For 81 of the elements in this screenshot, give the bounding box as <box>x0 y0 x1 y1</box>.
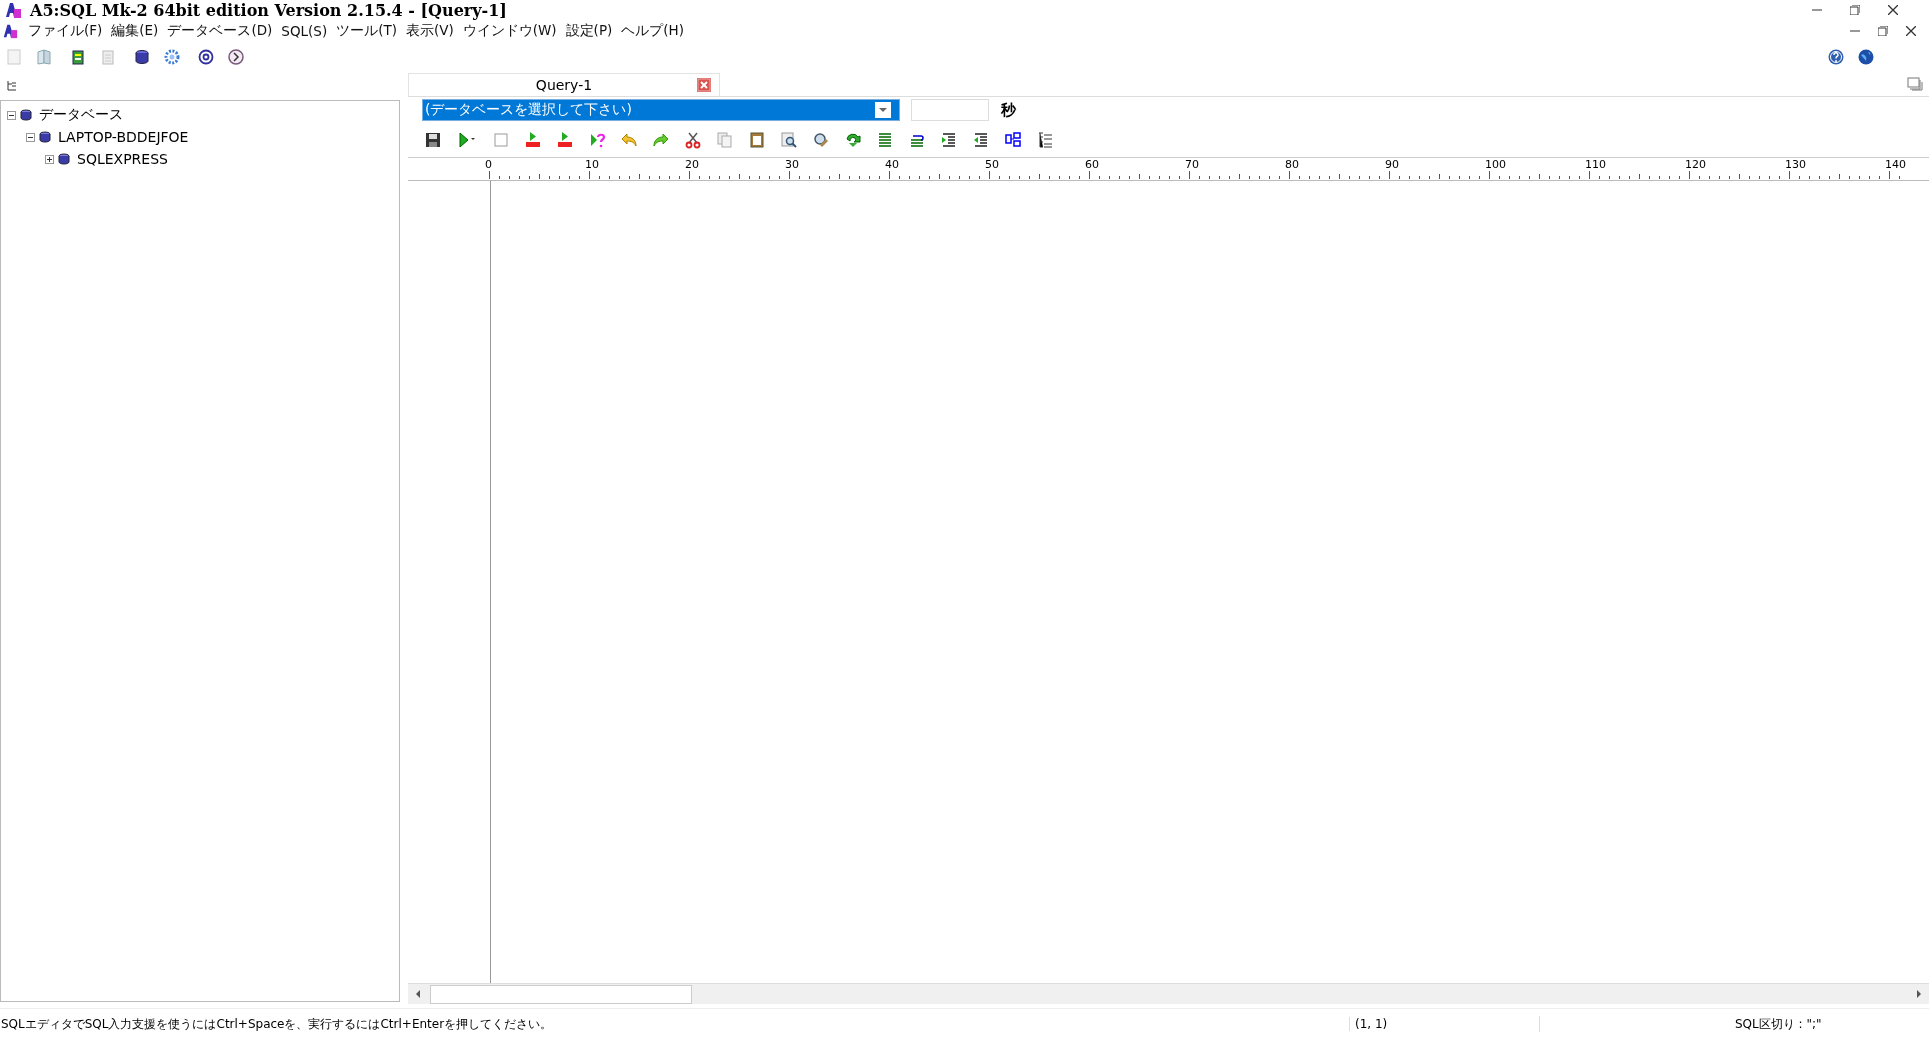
menu-item[interactable]: ファイル(F) <box>28 22 103 40</box>
window-title: A5:SQL Mk-2 64bit edition Version 2.15.4 - [Query-1] <box>30 0 507 20</box>
ruler-label: 40 <box>885 158 900 171</box>
editor-area[interactable]: 0 10 20 30 40 50 60 70 80 90 100 110 120 130 140 <box>408 157 1929 1008</box>
query-tab[interactable]: Query-1 <box>408 73 720 96</box>
ruler-label: 20 <box>685 158 700 171</box>
status-message: SQLエディタでSQL入力支援を使うにはCtrl+Spaceを、実行するにはCtrl+Enterを押してください。 <box>0 1015 554 1033</box>
restore-icon <box>1850 5 1860 15</box>
close-icon[interactable] <box>697 78 711 92</box>
sql-delimiter: SQL区切り : ";" <box>1734 1015 1823 1033</box>
ruler-label: 10 <box>585 158 600 171</box>
ruler-label: 140 <box>1885 158 1907 171</box>
database-icon <box>57 152 71 166</box>
cursor-position: (1, 1) <box>1349 1017 1539 1031</box>
search-icon[interactable] <box>780 131 798 149</box>
ruler-label: 90 <box>1385 158 1400 171</box>
database-icon <box>19 108 33 122</box>
diagram-icon[interactable] <box>1004 131 1022 149</box>
indent-icon[interactable] <box>940 131 958 149</box>
clipboard-icon[interactable] <box>69 48 87 66</box>
app-logo-icon <box>2 23 18 39</box>
paste-icon[interactable] <box>748 131 766 149</box>
menu-item[interactable]: 編集(E) <box>111 22 159 40</box>
undo-icon[interactable] <box>620 131 638 149</box>
close-icon <box>1888 5 1898 15</box>
timeout-field[interactable] <box>911 99 989 121</box>
scissors-icon[interactable] <box>684 131 702 149</box>
menu-item[interactable]: ウインドウ(W) <box>462 22 557 40</box>
menu-item[interactable]: SQL(S) <box>281 23 328 39</box>
scroll-right-icon[interactable] <box>1917 990 1923 998</box>
database-select[interactable]: (データベースを選択して下さい) <box>422 99 900 121</box>
ruler-label: 100 <box>1485 158 1507 171</box>
expander-icon[interactable] <box>7 110 16 120</box>
restore-button[interactable] <box>1875 23 1891 39</box>
restore-button[interactable] <box>1847 2 1863 18</box>
ruler-label: 30 <box>785 158 800 171</box>
run-csv-icon[interactable] <box>556 131 574 149</box>
ruler-label: 0 <box>485 158 493 171</box>
menu-item[interactable]: 表示(V) <box>405 22 454 40</box>
timeout-unit: 秒 <box>1001 100 1016 120</box>
horizontal-scrollbar[interactable] <box>408 983 1929 1004</box>
menu-item[interactable]: データベース(D) <box>167 22 273 40</box>
tree-item[interactable]: データベース <box>39 106 123 124</box>
ruler-label: 80 <box>1285 158 1300 171</box>
ruler-label: 60 <box>1085 158 1100 171</box>
tree-view-icon[interactable] <box>6 80 18 92</box>
align-icon[interactable] <box>876 131 894 149</box>
save-icon[interactable] <box>424 131 442 149</box>
tree-item[interactable]: SQLEXPRESS <box>77 151 168 167</box>
close-icon <box>1906 26 1916 36</box>
outdent-icon[interactable] <box>972 131 990 149</box>
restore-icon <box>1878 26 1888 36</box>
refresh-icon[interactable] <box>844 131 862 149</box>
expander-icon[interactable] <box>26 132 35 142</box>
database-icon[interactable] <box>133 48 151 66</box>
run-question-icon[interactable] <box>588 131 606 149</box>
tree-item[interactable]: LAPTOP-BDDEJFOE <box>58 129 189 145</box>
menu-item[interactable]: ヘルプ(H) <box>621 22 684 40</box>
run-icon[interactable] <box>456 131 478 149</box>
close-button[interactable] <box>1903 23 1919 39</box>
database-icon <box>38 130 52 144</box>
edit-search-icon[interactable] <box>812 131 830 149</box>
run-ab-icon[interactable] <box>524 131 542 149</box>
ruler-label: 110 <box>1585 158 1607 171</box>
redo-icon[interactable] <box>652 131 670 149</box>
app-logo-icon <box>4 1 22 19</box>
close-button[interactable] <box>1885 2 1901 18</box>
ruler-label: 120 <box>1685 158 1707 171</box>
windows-icon[interactable] <box>1907 77 1923 91</box>
globe-icon[interactable] <box>1857 48 1875 66</box>
menu-item[interactable]: ツール(T) <box>336 22 397 40</box>
ruler-label: 130 <box>1785 158 1807 171</box>
help-icon[interactable] <box>1827 48 1845 66</box>
scroll-left-icon[interactable] <box>414 990 420 998</box>
ruler-label: 50 <box>985 158 1000 171</box>
ruler-label: 70 <box>1185 158 1200 171</box>
outline-icon[interactable] <box>1036 131 1054 149</box>
caret-icon <box>875 102 891 118</box>
expander-icon[interactable] <box>45 154 54 164</box>
scrollbar-thumb[interactable] <box>430 984 692 1004</box>
menu-item[interactable]: 設定(P) <box>565 22 613 40</box>
